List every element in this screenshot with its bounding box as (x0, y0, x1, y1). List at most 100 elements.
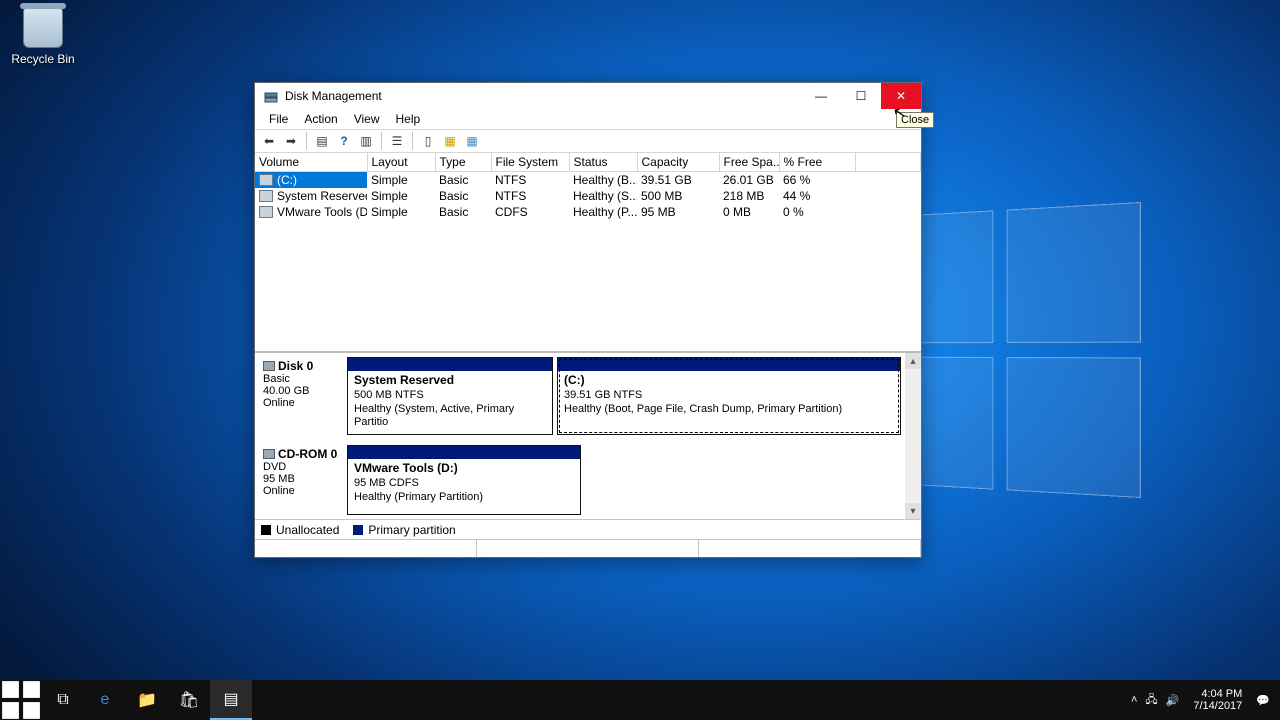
partition-bar (348, 358, 552, 371)
vol-capacity: 95 MB (637, 204, 719, 220)
drive-icon (259, 174, 273, 186)
vol-status: Healthy (P... (569, 204, 637, 220)
show-hide-console-tree-button[interactable]: ▤ (312, 131, 332, 151)
menu-view[interactable]: View (346, 110, 388, 128)
legend-primary: Primary partition (353, 523, 455, 537)
partition-bar (558, 358, 900, 371)
tray-chevron-icon[interactable]: ˄ (1131, 694, 1137, 706)
vol-free: 0 MB (719, 204, 779, 220)
refresh-button[interactable]: ☰ (387, 131, 407, 151)
partition-container: VMware Tools (D:)95 MB CDFSHealthy (Prim… (347, 445, 917, 515)
partition[interactable]: System Reserved500 MB NTFSHealthy (Syste… (347, 357, 553, 435)
vol-capacity: 500 MB (637, 188, 719, 204)
partition[interactable]: (C:)39.51 GB NTFSHealthy (Boot, Page Fil… (557, 357, 901, 435)
volume-icon[interactable]: 🔊 (1166, 694, 1180, 707)
col-filesystem[interactable]: File System (491, 153, 569, 172)
menu-action[interactable]: Action (296, 110, 345, 128)
partition-container: System Reserved500 MB NTFSHealthy (Syste… (347, 357, 917, 435)
clock-date: 7/14/2017 (1193, 700, 1242, 712)
minimize-button[interactable]: — (801, 83, 841, 109)
drive-icon (259, 190, 273, 202)
task-view-icon: ⧉ (57, 691, 68, 709)
col-capacity[interactable]: Capacity (637, 153, 719, 172)
vol-free: 26.01 GB (719, 172, 779, 189)
vol-free: 218 MB (719, 188, 779, 204)
back-button[interactable]: ⬅ (259, 131, 279, 151)
col-type[interactable]: Type (435, 153, 491, 172)
volume-row[interactable]: System ReservedSimpleBasicNTFSHealthy (S… (255, 188, 921, 204)
scrollbar[interactable]: ▴▾ (905, 353, 921, 519)
recycle-bin-icon[interactable]: Recycle Bin (8, 8, 78, 66)
vol-fs: NTFS (491, 188, 569, 204)
legend-unallocated: Unallocated (261, 523, 339, 537)
drive-icon (259, 206, 273, 218)
volume-row[interactable]: VMware Tools (D:)SimpleBasicCDFSHealthy … (255, 204, 921, 220)
vol-pct: 66 % (779, 172, 855, 189)
toolbar-separator (306, 132, 307, 150)
disk-row: Disk 0Basic40.00 GBOnlineSystem Reserved… (259, 357, 917, 435)
vol-status: Healthy (S... (569, 188, 637, 204)
help-button[interactable]: ? (334, 131, 354, 151)
disk-management-taskbar-button[interactable]: ▤ (210, 680, 252, 720)
vol-type: Basic (435, 172, 491, 189)
show-bottom-button[interactable]: ▦ (462, 131, 482, 151)
action-button[interactable]: ▯ (418, 131, 438, 151)
notifications-icon[interactable]: 💬 (1256, 694, 1270, 707)
partition-body: System Reserved500 MB NTFSHealthy (Syste… (348, 371, 552, 434)
vol-fs: CDFS (491, 204, 569, 220)
disk-graphical-view: Disk 0Basic40.00 GBOnlineSystem Reserved… (255, 353, 921, 519)
volume-row[interactable]: (C:)SimpleBasicNTFSHealthy (B...39.51 GB… (255, 172, 921, 189)
system-tray[interactable]: ˄ 🖧 🔊 4:04 PM 7/14/2017 💬 (1121, 688, 1280, 712)
store-icon: 🛍 (179, 690, 199, 710)
disk-icon (263, 449, 275, 459)
menu-file[interactable]: File (261, 110, 296, 128)
edge-icon: e (101, 691, 110, 709)
col-pct-free[interactable]: % Free (779, 153, 855, 172)
maximize-button[interactable]: ☐ (841, 83, 881, 109)
show-top-button[interactable]: ▦ (440, 131, 460, 151)
scroll-up-icon[interactable]: ▴ (905, 353, 921, 369)
menu-help[interactable]: Help (388, 110, 429, 128)
disk-management-window: Disk Management — ☐ ✕ File Action View H… (254, 82, 922, 558)
recycle-bin-label: Recycle Bin (8, 52, 78, 66)
network-icon[interactable]: 🖧 (1145, 691, 1157, 710)
swatch-blue-icon (353, 525, 363, 535)
settings-button[interactable]: ▥ (356, 131, 376, 151)
store-button[interactable]: 🛍 (168, 680, 210, 720)
desktop: Recycle Bin Disk Management — ☐ ✕ File A… (0, 0, 1280, 720)
partition-body: VMware Tools (D:)95 MB CDFSHealthy (Prim… (348, 459, 580, 508)
vol-pct: 0 % (779, 204, 855, 220)
folder-icon: 📁 (137, 690, 157, 710)
toolbar-separator (381, 132, 382, 150)
toolbar: ⬅ ➡ ▤ ? ▥ ☰ ▯ ▦ ▦ (255, 129, 921, 153)
titlebar[interactable]: Disk Management — ☐ ✕ (255, 83, 921, 109)
forward-button[interactable]: ➡ (281, 131, 301, 151)
column-header-row[interactable]: Volume Layout Type File System Status Ca… (255, 153, 921, 172)
vol-name: System Reserved (255, 188, 367, 204)
task-view-button[interactable]: ⧉ (42, 680, 84, 720)
col-status[interactable]: Status (569, 153, 637, 172)
start-button[interactable] (0, 680, 42, 720)
vol-layout: Simple (367, 188, 435, 204)
legend: Unallocated Primary partition (255, 519, 921, 539)
partition[interactable]: VMware Tools (D:)95 MB CDFSHealthy (Prim… (347, 445, 581, 515)
scroll-down-icon[interactable]: ▾ (905, 503, 921, 519)
disk-row: CD-ROM 0DVD95 MBOnlineVMware Tools (D:)9… (259, 445, 917, 515)
clock[interactable]: 4:04 PM 7/14/2017 (1187, 688, 1248, 712)
window-title: Disk Management (285, 89, 801, 103)
col-layout[interactable]: Layout (367, 153, 435, 172)
disk-label[interactable]: CD-ROM 0DVD95 MBOnline (259, 445, 347, 515)
vol-layout: Simple (367, 172, 435, 189)
partition-body: (C:)39.51 GB NTFSHealthy (Boot, Page Fil… (558, 371, 900, 420)
vol-name: VMware Tools (D:) (255, 204, 367, 220)
edge-button[interactable]: e (84, 680, 126, 720)
close-button[interactable]: ✕ (881, 83, 921, 109)
volume-list[interactable]: Volume Layout Type File System Status Ca… (255, 153, 921, 353)
disk-icon: ▤ (223, 689, 238, 709)
col-free-space[interactable]: Free Spa... (719, 153, 779, 172)
menubar: File Action View Help (255, 109, 921, 129)
vol-type: Basic (435, 204, 491, 220)
file-explorer-button[interactable]: 📁 (126, 680, 168, 720)
col-volume[interactable]: Volume (255, 153, 367, 172)
disk-label[interactable]: Disk 0Basic40.00 GBOnline (259, 357, 347, 435)
